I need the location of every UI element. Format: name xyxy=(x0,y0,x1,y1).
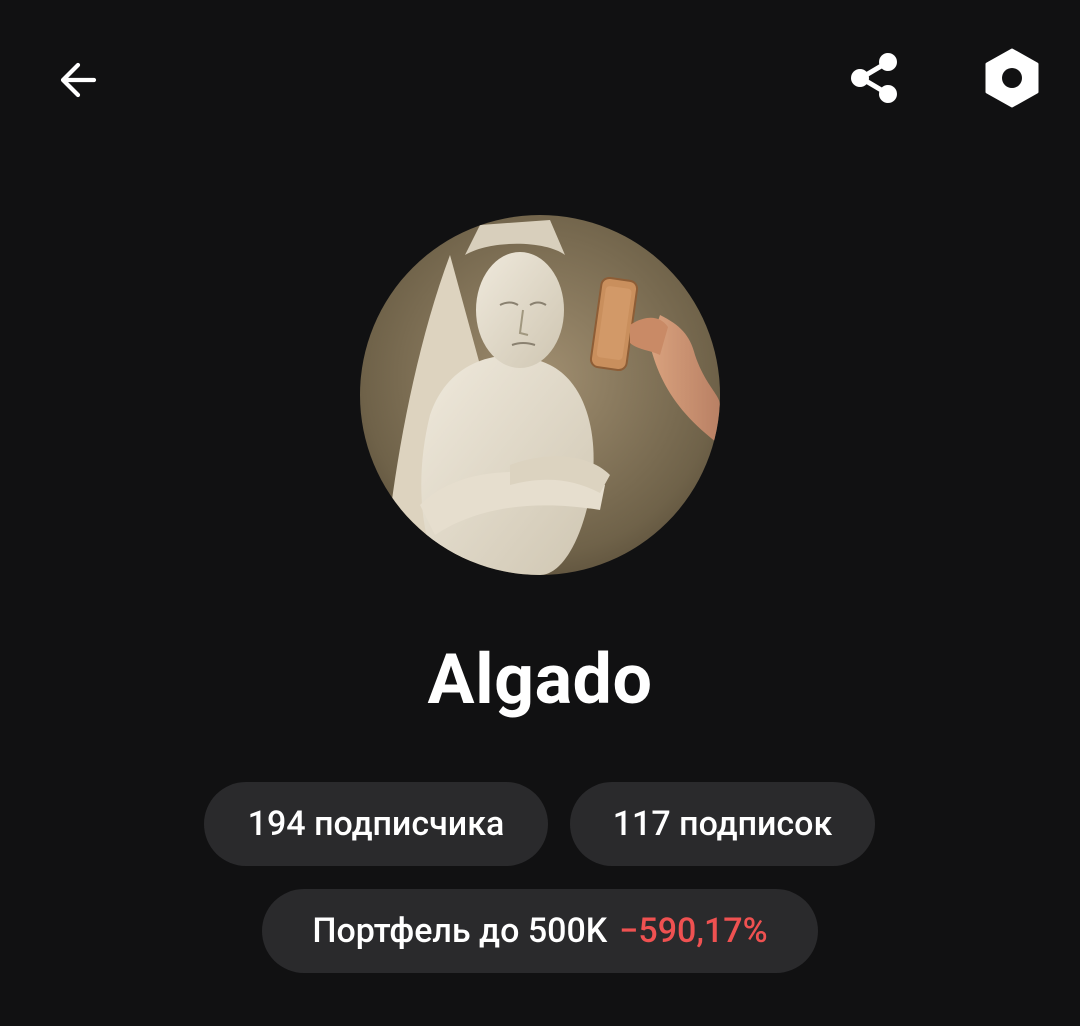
back-button[interactable] xyxy=(38,40,118,120)
arrow-left-icon xyxy=(60,62,97,98)
following-chip[interactable]: 117 подписок xyxy=(570,782,875,866)
followers-label: 194 подписчика xyxy=(247,804,505,844)
portfolio-return-value: −590,17% xyxy=(619,911,768,951)
avatar[interactable] xyxy=(360,215,720,575)
portfolio-chip[interactable]: Портфель до 500K −590,17% xyxy=(262,889,818,973)
profile-screen: Algado 194 подписчика 117 подписок Портф… xyxy=(0,0,1080,1026)
settings-button[interactable] xyxy=(972,38,1052,118)
share-icon xyxy=(851,53,897,103)
settings-hexagon-icon xyxy=(985,48,1039,108)
followers-chip[interactable]: 194 подписчика xyxy=(204,782,548,866)
avatar-image xyxy=(360,215,720,575)
portfolio-label: Портфель до 500K xyxy=(312,911,608,951)
username: Algado xyxy=(427,639,653,721)
share-button[interactable] xyxy=(834,38,914,118)
following-label: 117 подписок xyxy=(612,804,833,844)
